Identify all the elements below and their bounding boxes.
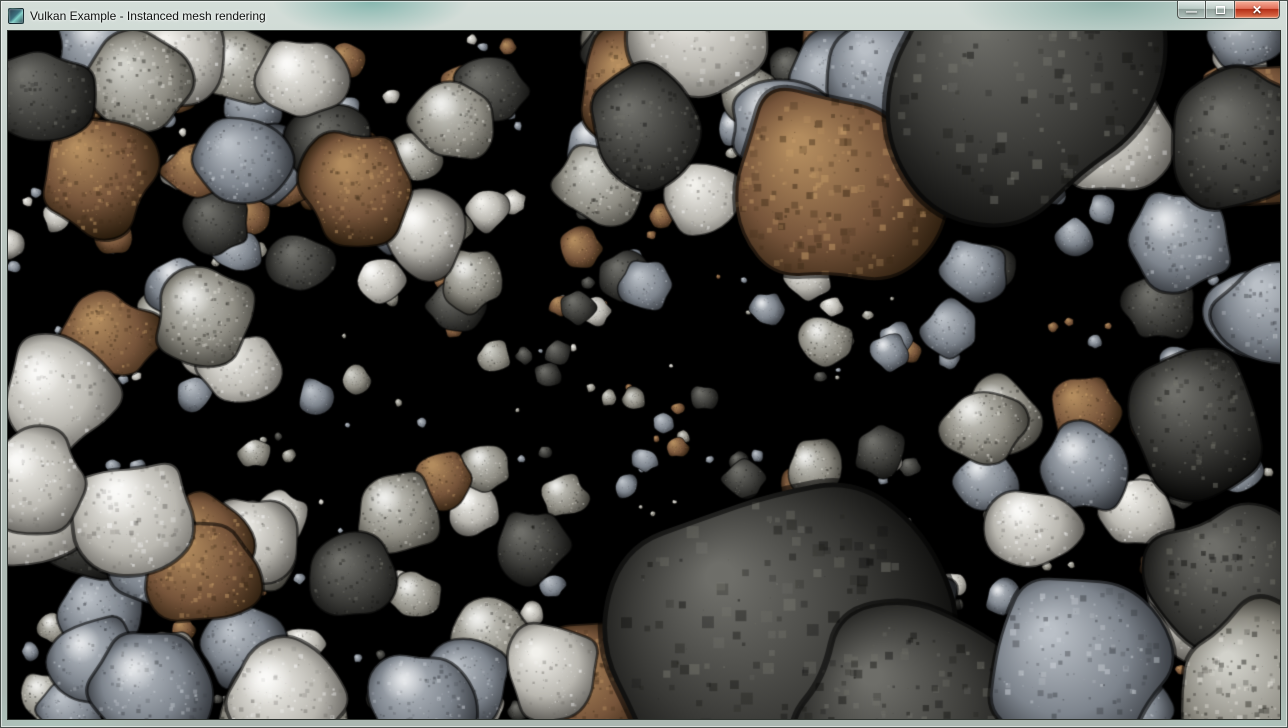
maximize-icon [1216,6,1225,14]
render-viewport[interactable] [8,31,1280,719]
client-area [7,30,1281,720]
app-window: Vulkan Example - Instanced mesh renderin… [0,0,1288,728]
window-title: Vulkan Example - Instanced mesh renderin… [30,9,266,23]
app-icon [8,8,24,24]
close-icon: ✕ [1252,4,1262,16]
minimize-icon: — [1186,7,1197,18]
titlebar[interactable]: Vulkan Example - Instanced mesh renderin… [1,1,1287,30]
maximize-button[interactable] [1206,1,1235,19]
close-button[interactable]: ✕ [1235,1,1280,19]
window-controls: — ✕ [1177,1,1280,19]
minimize-button[interactable]: — [1177,1,1206,19]
